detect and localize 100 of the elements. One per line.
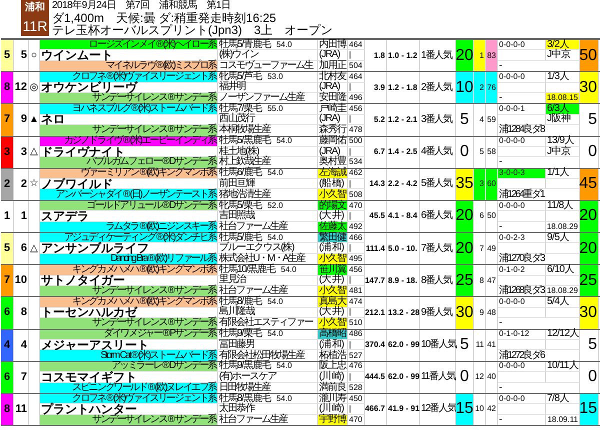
odds: 466.7 xyxy=(365,394,387,426)
final-score: 5 xyxy=(580,104,599,136)
score: 0 xyxy=(456,362,474,393)
body-weight: 462 xyxy=(348,168,365,180)
record: 0-1-0-2 xyxy=(498,265,546,276)
body-weight: 450 xyxy=(348,394,365,404)
odds-range: 41.9 - 91 xyxy=(387,394,420,426)
owner: 吉田照哉 xyxy=(218,211,318,222)
odds: 1.8 xyxy=(365,40,387,72)
weight-load: 53.0 xyxy=(267,72,283,81)
rank: 2 xyxy=(474,72,486,104)
sex-coat: 牡馬5/黒鹿毛 xyxy=(219,136,270,146)
odds: 6.7 xyxy=(365,136,387,168)
owner: 前田亘輝 xyxy=(218,179,318,190)
index-value: 60 xyxy=(486,168,498,200)
weight-load: 54.0 xyxy=(267,330,283,338)
weight-load: 54.0 xyxy=(276,394,292,403)
body-weight: 534 xyxy=(348,157,365,168)
breeder: ノーザンファーム生産 xyxy=(218,92,318,104)
rank: 8 xyxy=(474,265,486,296)
odds-range: 1.0 - 1.2 xyxy=(387,40,420,72)
body-weight: 470 xyxy=(348,200,365,212)
weight-load: 55.0 xyxy=(267,105,283,114)
score: 20 xyxy=(456,40,474,72)
rank: 12 xyxy=(474,362,486,393)
horse-number: 5 xyxy=(14,40,29,72)
body-weight: 527 xyxy=(348,350,365,361)
score: 5 xyxy=(456,330,474,361)
owner: 里見治 xyxy=(218,276,318,286)
odds: 3.9 xyxy=(365,72,387,104)
record: 0-0-0-0 xyxy=(498,297,546,308)
owner: ブルーエクウス(株) xyxy=(218,243,318,254)
horse-number: 12 xyxy=(14,72,29,104)
trainer: 小久智 xyxy=(318,286,348,296)
weight-load: 54.0 xyxy=(280,266,296,274)
trainer: 安田隆 xyxy=(318,92,348,104)
index-value: 59 xyxy=(486,104,498,136)
index-value: 83 xyxy=(486,40,498,72)
sex-coat: 牡馬9/栗毛 xyxy=(219,329,262,340)
sex-coat: 牡馬5/鹿毛 xyxy=(219,232,262,243)
sex-coat: 牝馬5/栗毛 xyxy=(219,200,262,211)
odds: 212.1 xyxy=(365,297,387,329)
table-cell: | xyxy=(348,114,365,126)
record: 0-1-0-12 xyxy=(498,330,546,340)
score: 15 xyxy=(456,394,474,426)
jockey: 高橋昭 xyxy=(318,330,348,340)
odds-range: 62.0 - 99 xyxy=(387,330,420,361)
score: 20 xyxy=(456,200,474,232)
body-weight: 492 xyxy=(348,222,365,232)
odds: 5.2 xyxy=(365,104,387,136)
popularity: 11番人気 xyxy=(420,362,456,393)
score: 30 xyxy=(456,297,474,329)
past-rank: 12/12人 xyxy=(546,330,580,340)
score: 35 xyxy=(456,168,474,200)
odds-range: 1.2 - 2.1 xyxy=(387,104,420,136)
weight-load: 54.0 xyxy=(276,362,292,370)
frame-number: 2 xyxy=(1,168,14,200)
affiliation: (JRA) xyxy=(318,82,348,93)
final-score: 20 xyxy=(580,233,599,264)
frame-number: 5 xyxy=(1,233,14,264)
rank: 3 xyxy=(474,168,486,200)
table-cell: | xyxy=(348,372,365,382)
odds-range: 8.9 - 18. xyxy=(387,265,420,296)
score: 0 xyxy=(456,136,474,168)
venue-badge: 浦和 11R xyxy=(21,0,49,36)
owner: 福井明 xyxy=(218,82,318,93)
popularity: 3番人気 xyxy=(420,104,456,136)
odds-range: 4.1 - 8.4 xyxy=(387,200,420,232)
jockey: 戸崎圭 xyxy=(318,104,348,115)
frame-number: 7 xyxy=(1,265,14,296)
rank: 5 xyxy=(474,136,486,168)
record: 0-0-2-3 xyxy=(498,233,546,244)
horse-number: 6 xyxy=(14,233,29,264)
body-weight: 474 xyxy=(348,297,365,308)
jockey: 藤岡佑 xyxy=(318,136,348,147)
body-weight: 476 xyxy=(348,362,365,372)
breeder: 本桐牧場生産 xyxy=(218,125,318,136)
odds: 111.4 xyxy=(365,233,387,264)
body-weight: 470 xyxy=(348,414,365,426)
trainer: 柘植浩 xyxy=(318,350,348,361)
frame-number: 8 xyxy=(1,72,14,104)
last-race: 浦1284良ダ8 xyxy=(498,125,580,136)
final-score: 20 xyxy=(580,200,599,232)
horse-number: 10 xyxy=(14,265,29,296)
last-race: 浦1272良ダ6 xyxy=(498,350,580,361)
weight-load: 52.0 xyxy=(267,202,283,210)
body-weight: 466 xyxy=(348,233,365,244)
frame-number: 5 xyxy=(1,40,14,72)
last-race: - xyxy=(498,222,546,232)
rank: 9 xyxy=(474,297,486,329)
odds: 370.4 xyxy=(365,330,387,361)
trainer: 加用正 xyxy=(318,60,348,72)
trainer: 森秀行 xyxy=(318,125,348,136)
last-race: - xyxy=(498,157,580,168)
body-weight: 464 xyxy=(348,72,365,83)
weight-load: 54.0 xyxy=(276,40,292,49)
final-score: 0 xyxy=(580,362,599,393)
record: 0-0-0-0 xyxy=(498,200,546,212)
weight-load: 54.0 xyxy=(267,169,283,178)
index-value: 49 xyxy=(486,233,498,264)
